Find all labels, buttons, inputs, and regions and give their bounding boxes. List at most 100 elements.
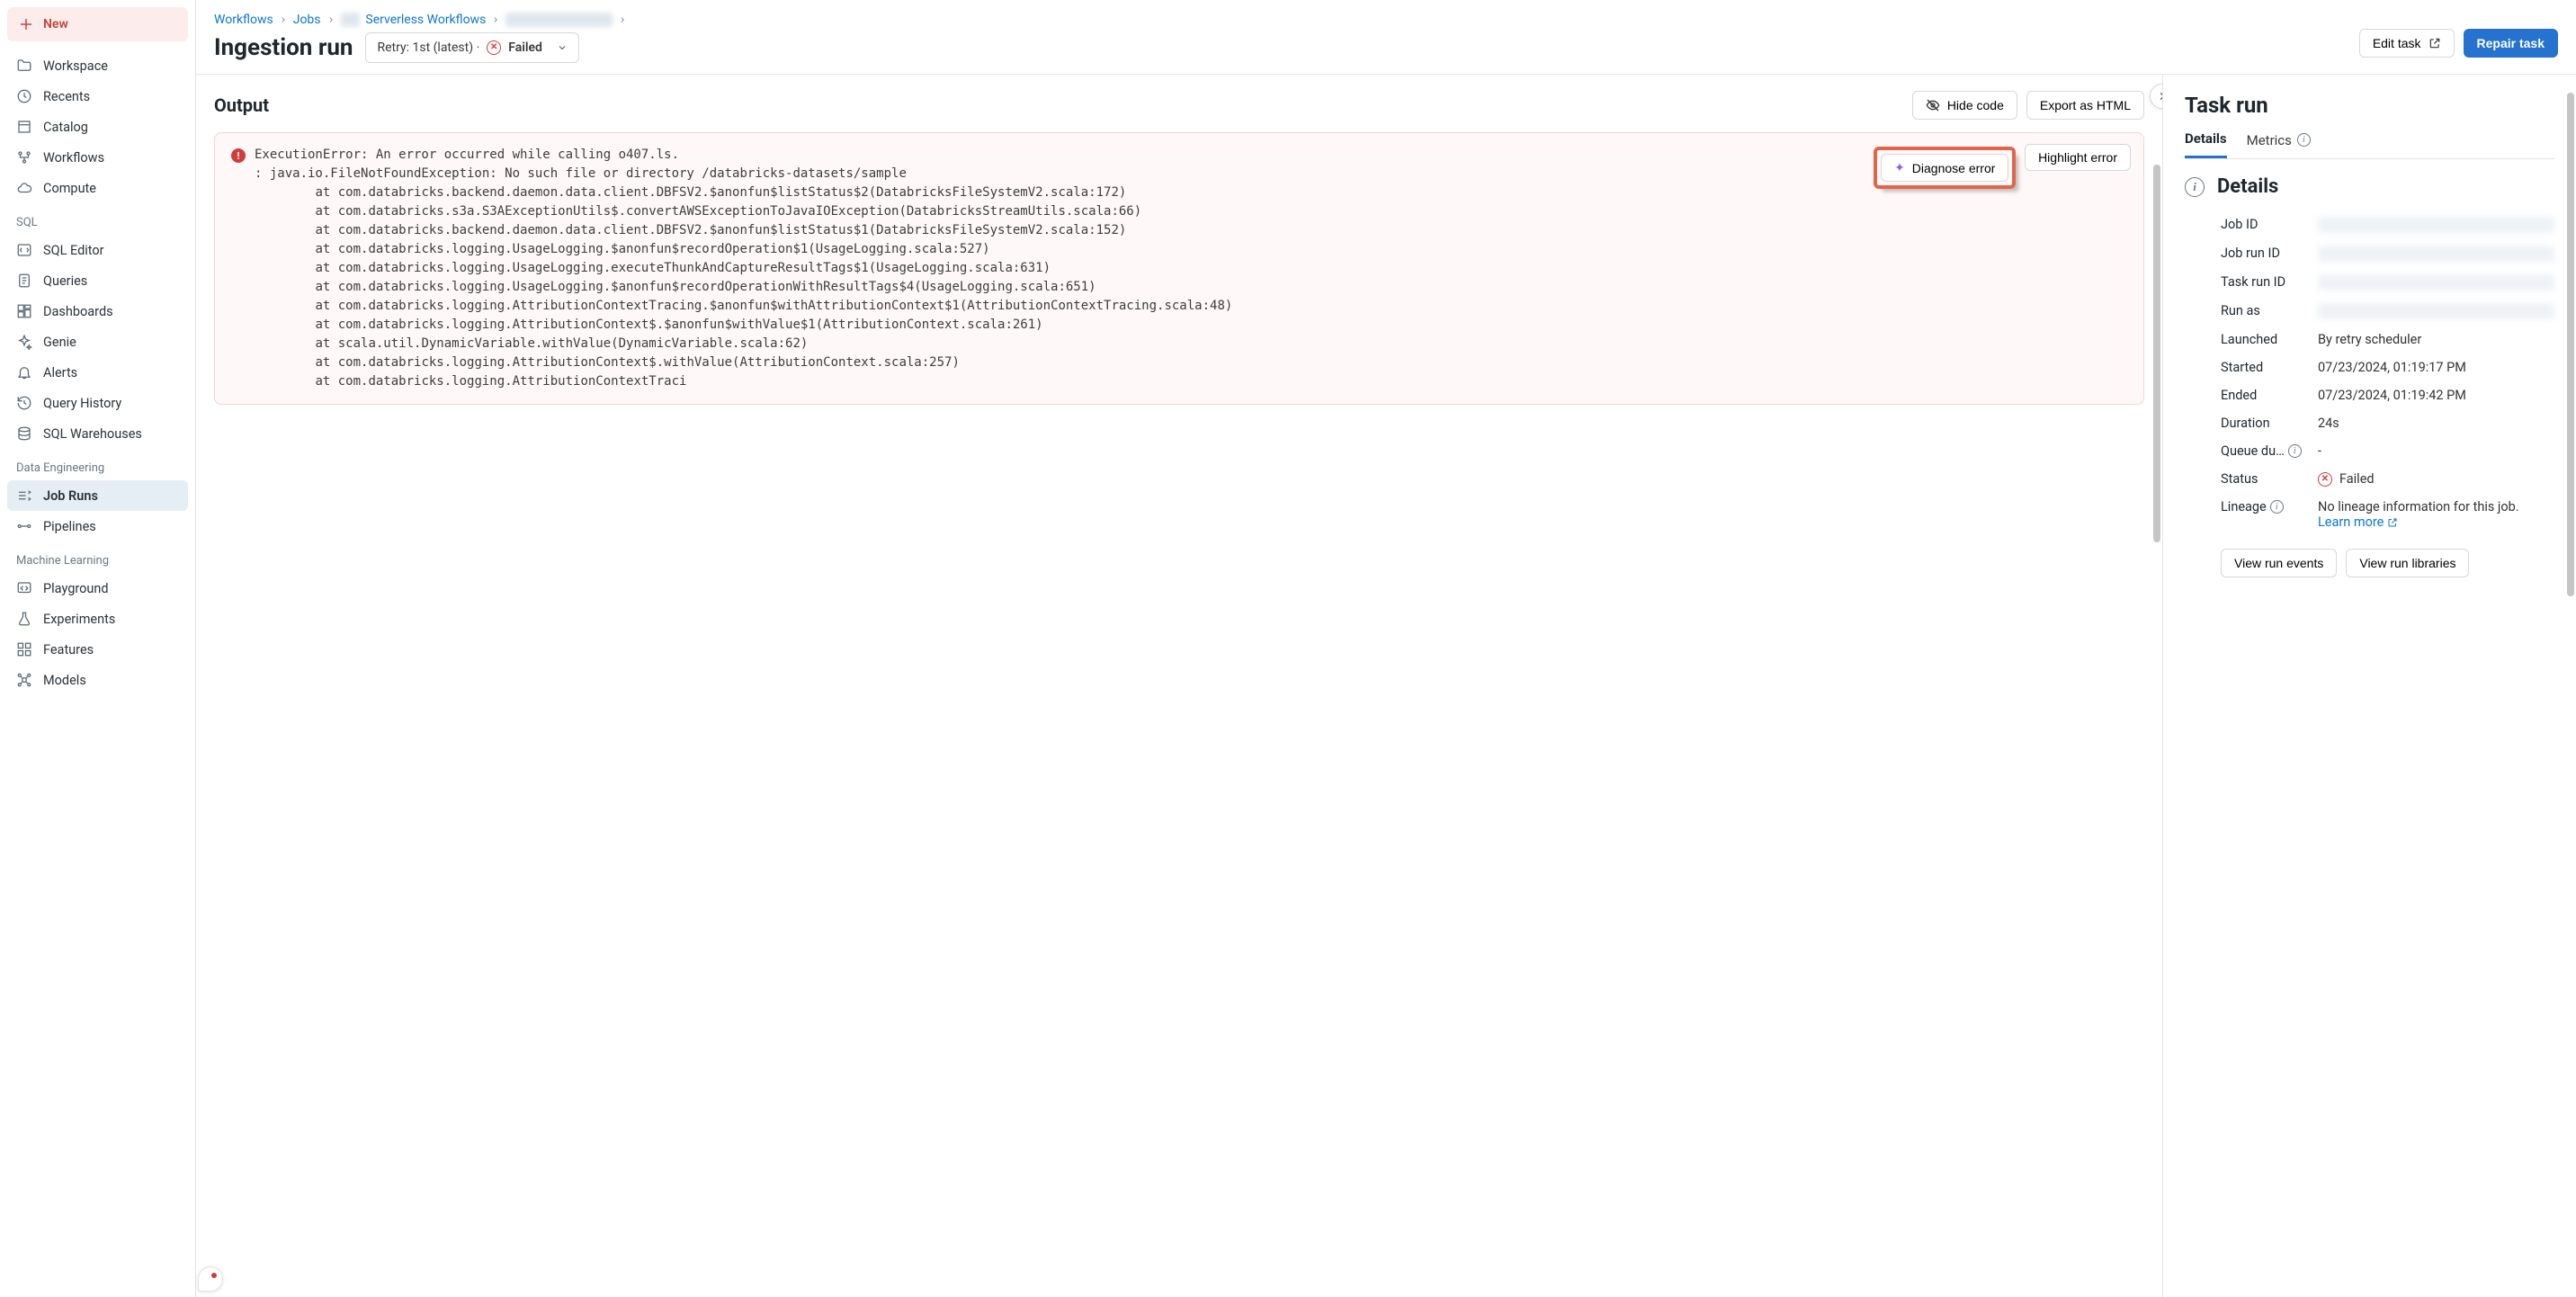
sidebar-item-workflows[interactable]: Workflows bbox=[7, 142, 188, 173]
learn-more-link[interactable]: Learn more bbox=[2318, 514, 2398, 530]
retry-select[interactable]: Retry: 1st (latest) · ✕ Failed bbox=[365, 32, 578, 63]
sidebar-item-label: Queries bbox=[43, 273, 87, 289]
detail-job-run-id: Job run ID bbox=[2185, 239, 2554, 268]
sidebar-item-queries[interactable]: Queries bbox=[7, 265, 188, 296]
playground-icon bbox=[16, 580, 32, 596]
new-button-label: New bbox=[43, 17, 68, 31]
sidebar-item-models[interactable]: Models bbox=[7, 665, 188, 695]
sidebar-item-workspace[interactable]: Workspace bbox=[7, 50, 188, 81]
bell-icon bbox=[16, 364, 32, 380]
workflow-icon bbox=[16, 149, 32, 165]
diagnose-error-button[interactable]: ✦ Diagnose error bbox=[1881, 154, 2008, 182]
taskrun-tabs: Details Metrics i bbox=[2185, 130, 2554, 159]
highlight-error-button[interactable]: Highlight error bbox=[2025, 144, 2131, 171]
job-runs-icon bbox=[16, 487, 32, 504]
catalog-icon bbox=[16, 119, 32, 135]
detail-lineage: Lineage i No lineage information for thi… bbox=[2185, 493, 2554, 536]
sidebar-item-label: Genie bbox=[43, 335, 76, 350]
error-card: ! ExecutionError: An error occurred whil… bbox=[214, 132, 2144, 405]
sidebar-item-sql-editor[interactable]: SQL Editor bbox=[7, 235, 188, 265]
info-icon: i bbox=[2288, 444, 2302, 458]
details-heading-row: i Details bbox=[2185, 175, 2554, 198]
sidebar-item-experiments[interactable]: Experiments bbox=[7, 604, 188, 634]
scrollbar-thumb[interactable] bbox=[2153, 165, 2160, 542]
failed-icon: ✕ bbox=[487, 40, 501, 55]
sidebar-item-label: Workspace bbox=[43, 58, 108, 74]
repair-task-button[interactable]: Repair task bbox=[2464, 29, 2558, 58]
chevron-right-icon bbox=[491, 15, 500, 24]
sidebar: New Workspace Recents Catalog Workflows … bbox=[0, 0, 196, 1297]
breadcrumb: Workflows Jobs xx Serverless Workflows x… bbox=[214, 13, 627, 27]
detail-task-run-id: Task run ID bbox=[2185, 268, 2554, 297]
tab-metrics[interactable]: Metrics i bbox=[2247, 130, 2311, 158]
sidebar-item-dashboards[interactable]: Dashboards bbox=[7, 296, 188, 326]
breadcrumb-redacted: xx bbox=[341, 13, 361, 27]
folder-icon bbox=[16, 58, 32, 74]
sidebar-item-pipelines[interactable]: Pipelines bbox=[7, 511, 188, 541]
sidebar-item-label: Alerts bbox=[43, 365, 77, 380]
sidebar-item-label: SQL Warehouses bbox=[43, 426, 142, 442]
info-icon: i bbox=[2297, 133, 2311, 147]
retry-status: Failed bbox=[508, 40, 542, 55]
sidebar-item-label: Workflows bbox=[43, 150, 104, 165]
sidebar-item-sql-warehouses[interactable]: SQL Warehouses bbox=[7, 418, 188, 449]
breadcrumb-redacted: xxxxxxxxxxxxxxxx bbox=[505, 13, 613, 27]
repair-task-label: Repair task bbox=[2477, 36, 2545, 50]
sidebar-item-label: Dashboards bbox=[43, 304, 113, 319]
breadcrumb-serverless[interactable]: Serverless Workflows bbox=[365, 13, 486, 27]
sidebar-item-features[interactable]: Features bbox=[7, 634, 188, 665]
output-heading: Output bbox=[214, 94, 269, 116]
redacted-value bbox=[2318, 274, 2554, 291]
info-icon: i bbox=[2185, 177, 2205, 197]
sidebar-section-de: Data Engineering bbox=[7, 449, 188, 480]
redacted-value bbox=[2318, 217, 2554, 233]
edit-task-button[interactable]: Edit task bbox=[2359, 29, 2455, 58]
sidebar-item-query-history[interactable]: Query History bbox=[7, 388, 188, 418]
detail-status: Status ✕ Failed bbox=[2185, 465, 2554, 493]
sidebar-item-label: Compute bbox=[43, 181, 96, 196]
sidebar-section-sql: SQL bbox=[7, 203, 188, 235]
chevron-right-icon bbox=[2156, 90, 2162, 103]
sidebar-item-compute[interactable]: Compute bbox=[7, 173, 188, 203]
chevron-right-icon bbox=[279, 15, 288, 24]
features-icon bbox=[16, 641, 32, 657]
sidebar-item-label: Features bbox=[43, 642, 94, 657]
pipeline-icon bbox=[16, 518, 32, 534]
clock-icon bbox=[16, 88, 32, 104]
sidebar-item-playground[interactable]: Playground bbox=[7, 573, 188, 604]
chevron-right-icon bbox=[618, 15, 627, 24]
sidebar-item-genie[interactable]: Genie bbox=[7, 326, 188, 357]
sidebar-item-recents[interactable]: Recents bbox=[7, 81, 188, 112]
breadcrumb-workflows[interactable]: Workflows bbox=[214, 13, 273, 27]
models-icon bbox=[16, 672, 32, 688]
history-icon bbox=[16, 395, 32, 411]
sidebar-item-catalog[interactable]: Catalog bbox=[7, 112, 188, 142]
plus-icon bbox=[18, 16, 34, 32]
export-html-button[interactable]: Export as HTML bbox=[2026, 91, 2144, 120]
details-heading: Details bbox=[2217, 175, 2278, 198]
collapse-panel-button[interactable] bbox=[2150, 84, 2162, 109]
scrollbar-thumb[interactable] bbox=[2567, 93, 2574, 596]
diagnose-highlight-box: ✦ Diagnose error bbox=[1874, 147, 2016, 189]
tab-details[interactable]: Details bbox=[2185, 130, 2227, 158]
view-run-libraries-button[interactable]: View run libraries bbox=[2346, 549, 2469, 577]
diagnose-label: Diagnose error bbox=[1912, 161, 1996, 175]
external-link-icon bbox=[2387, 517, 2398, 528]
export-html-label: Export as HTML bbox=[2040, 98, 2131, 112]
error-icon: ! bbox=[231, 148, 246, 163]
detail-ended: Ended 07/23/2024, 01:19:42 PM bbox=[2185, 381, 2554, 409]
dashboard-icon bbox=[16, 303, 32, 319]
sidebar-item-job-runs[interactable]: Job Runs bbox=[7, 480, 188, 511]
sidebar-item-label: SQL Editor bbox=[43, 243, 104, 258]
breadcrumb-jobs[interactable]: Jobs bbox=[293, 13, 321, 27]
view-run-events-button[interactable]: View run events bbox=[2221, 549, 2337, 577]
hide-code-button[interactable]: Hide code bbox=[1912, 91, 2017, 120]
error-actions: ✦ Diagnose error Highlight error bbox=[1874, 144, 2131, 171]
genie-icon bbox=[16, 334, 32, 350]
detail-launched: Launched By retry scheduler bbox=[2185, 326, 2554, 353]
sparkle-icon: ✦ bbox=[1894, 160, 1905, 175]
sidebar-item-alerts[interactable]: Alerts bbox=[7, 357, 188, 388]
external-link-icon bbox=[2428, 37, 2441, 49]
hide-code-label: Hide code bbox=[1947, 98, 2004, 112]
new-button[interactable]: New bbox=[7, 7, 188, 41]
